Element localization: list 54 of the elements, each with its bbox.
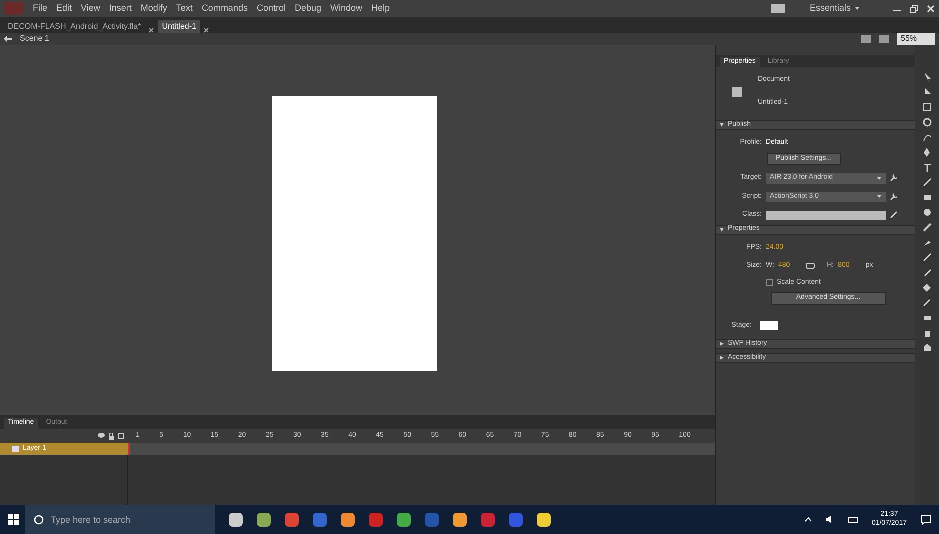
tool-icon[interactable] — [922, 163, 932, 172]
document-tab[interactable]: Untitled-1 — [158, 20, 200, 33]
menu-item[interactable]: Control — [256, 2, 286, 16]
wrench-icon[interactable] — [890, 174, 898, 182]
layer-icon — [12, 446, 19, 452]
app-icon[interactable] — [397, 512, 411, 526]
caret-icon — [877, 176, 882, 180]
lock-icon[interactable] — [109, 432, 114, 440]
menu-item[interactable]: Debug — [294, 2, 322, 16]
app-icon[interactable] — [537, 512, 551, 526]
caret-icon — [877, 195, 882, 198]
speaker-icon[interactable] — [826, 516, 834, 523]
app-icon[interactable] — [229, 512, 243, 526]
menu-item[interactable]: View — [81, 2, 100, 16]
back-arrow-icon[interactable] — [4, 36, 12, 42]
pencil-icon[interactable] — [890, 211, 898, 220]
expanded-triangle-icon — [720, 123, 724, 127]
stage-color-swatch[interactable] — [760, 321, 778, 330]
menu-item[interactable]: Help — [372, 2, 390, 16]
close-icon[interactable] — [149, 28, 154, 33]
restore-button[interactable] — [910, 4, 918, 12]
expanded-triangle-icon — [720, 228, 724, 232]
menu-item[interactable]: Window — [330, 2, 363, 16]
menu-item[interactable]: Commands — [202, 2, 248, 16]
menu-item[interactable]: Edit — [56, 2, 72, 16]
close-button[interactable] — [927, 4, 935, 12]
search-field[interactable]: Type here to search — [25, 505, 215, 534]
class-field[interactable] — [766, 210, 886, 220]
wrench-icon[interactable] — [890, 192, 898, 201]
caret-icon — [855, 7, 860, 10]
outline-icon[interactable] — [118, 432, 124, 438]
app-icon[interactable] — [341, 512, 355, 526]
document-tab[interactable]: DECOM-FLASH_Android_Activity.fla* — [4, 20, 146, 33]
keyboard-icon[interactable] — [848, 516, 858, 522]
app-icon[interactable] — [257, 512, 271, 526]
cortana-icon — [34, 515, 44, 525]
zoom-field[interactable]: 55% — [897, 33, 935, 45]
menu-item[interactable]: Text — [176, 2, 193, 16]
chevron-up-icon[interactable] — [804, 517, 812, 522]
collapsed-triangle-icon — [720, 356, 724, 360]
menu-item[interactable]: File — [33, 2, 48, 16]
collapsed-triangle-icon — [720, 342, 724, 346]
menu-item[interactable]: Modify — [140, 2, 168, 16]
close-icon[interactable] — [204, 28, 210, 33]
start-icon[interactable] — [8, 514, 19, 525]
notification-icon[interactable] — [921, 514, 931, 524]
eye-icon[interactable] — [98, 432, 105, 438]
link-icon[interactable] — [806, 263, 816, 270]
workspace-switcher[interactable]: Essentials — [810, 2, 860, 16]
menu-item[interactable]: Insert — [109, 2, 132, 16]
checkbox[interactable] — [766, 279, 773, 286]
scene-label[interactable]: Scene 1 — [20, 33, 50, 45]
app-icon[interactable] — [453, 512, 467, 526]
document-icon — [732, 86, 742, 96]
